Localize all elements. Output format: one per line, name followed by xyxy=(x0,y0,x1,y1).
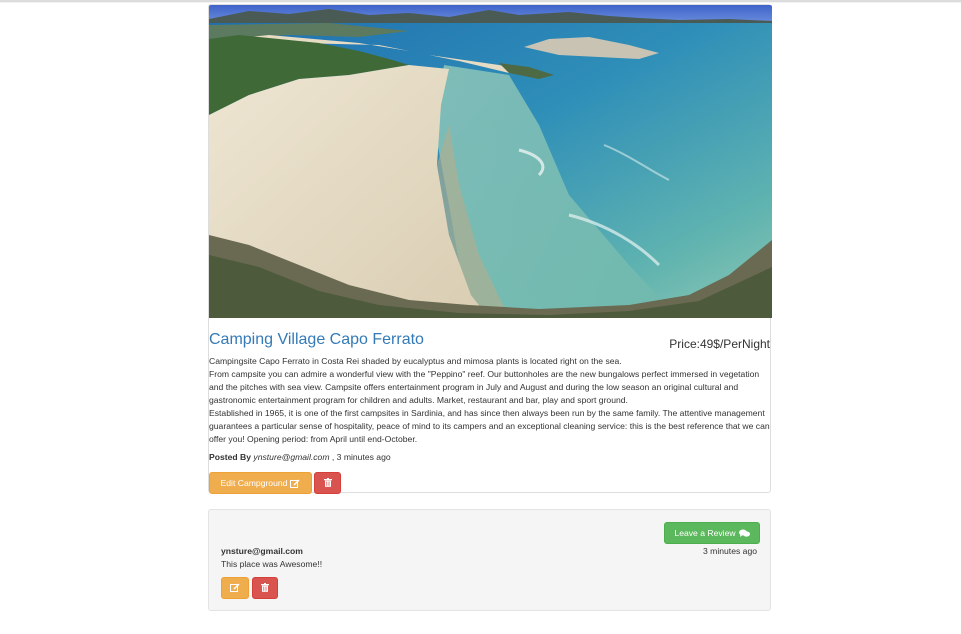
posted-time: , 3 minutes ago xyxy=(331,452,391,462)
leave-review-button[interactable]: Leave a Review xyxy=(664,522,760,544)
campground-card: Camping Village Capo Ferrato Price:49$/P… xyxy=(208,4,772,494)
trash-icon xyxy=(261,582,269,594)
description-paragraph: Established in 1965, it is one of the fi… xyxy=(209,408,770,444)
campground-photo xyxy=(209,5,772,318)
comments-icon xyxy=(738,529,750,538)
posted-by-line: Posted By ynsture@gmail.com , 3 minutes … xyxy=(209,452,391,462)
browser-top-border-shadow xyxy=(0,2,961,3)
review-time: 3 minutes ago xyxy=(703,546,757,556)
reviews-well: Leave a Review ynsture@gmail.com 3 minut… xyxy=(208,509,771,611)
campground-description: Campingsite Capo Ferrato in Costa Rei sh… xyxy=(209,355,772,446)
leave-review-label: Leave a Review xyxy=(674,528,736,538)
edit-campground-label: Edit Campground xyxy=(220,478,288,488)
delete-campground-button[interactable] xyxy=(314,472,341,494)
campground-title: Camping Village Capo Ferrato xyxy=(209,331,424,348)
edit-icon xyxy=(230,582,240,594)
description-paragraph: From campsite you can admire a wonderful… xyxy=(209,369,760,405)
review-text: This place was Awesome!! xyxy=(221,559,323,569)
review-author: ynsture@gmail.com xyxy=(221,546,303,556)
description-paragraph: Campingsite Capo Ferrato in Costa Rei sh… xyxy=(209,356,622,366)
posted-by-author: ynsture@gmail.com xyxy=(253,452,330,462)
edit-review-button[interactable] xyxy=(221,577,249,599)
trash-icon xyxy=(323,477,332,489)
campground-price: Price:49$/PerNight xyxy=(669,337,770,351)
edit-campground-button[interactable]: Edit Campground xyxy=(209,472,312,494)
edit-icon xyxy=(290,478,300,488)
delete-review-button[interactable] xyxy=(252,577,278,599)
posted-by-label: Posted By xyxy=(209,452,252,462)
